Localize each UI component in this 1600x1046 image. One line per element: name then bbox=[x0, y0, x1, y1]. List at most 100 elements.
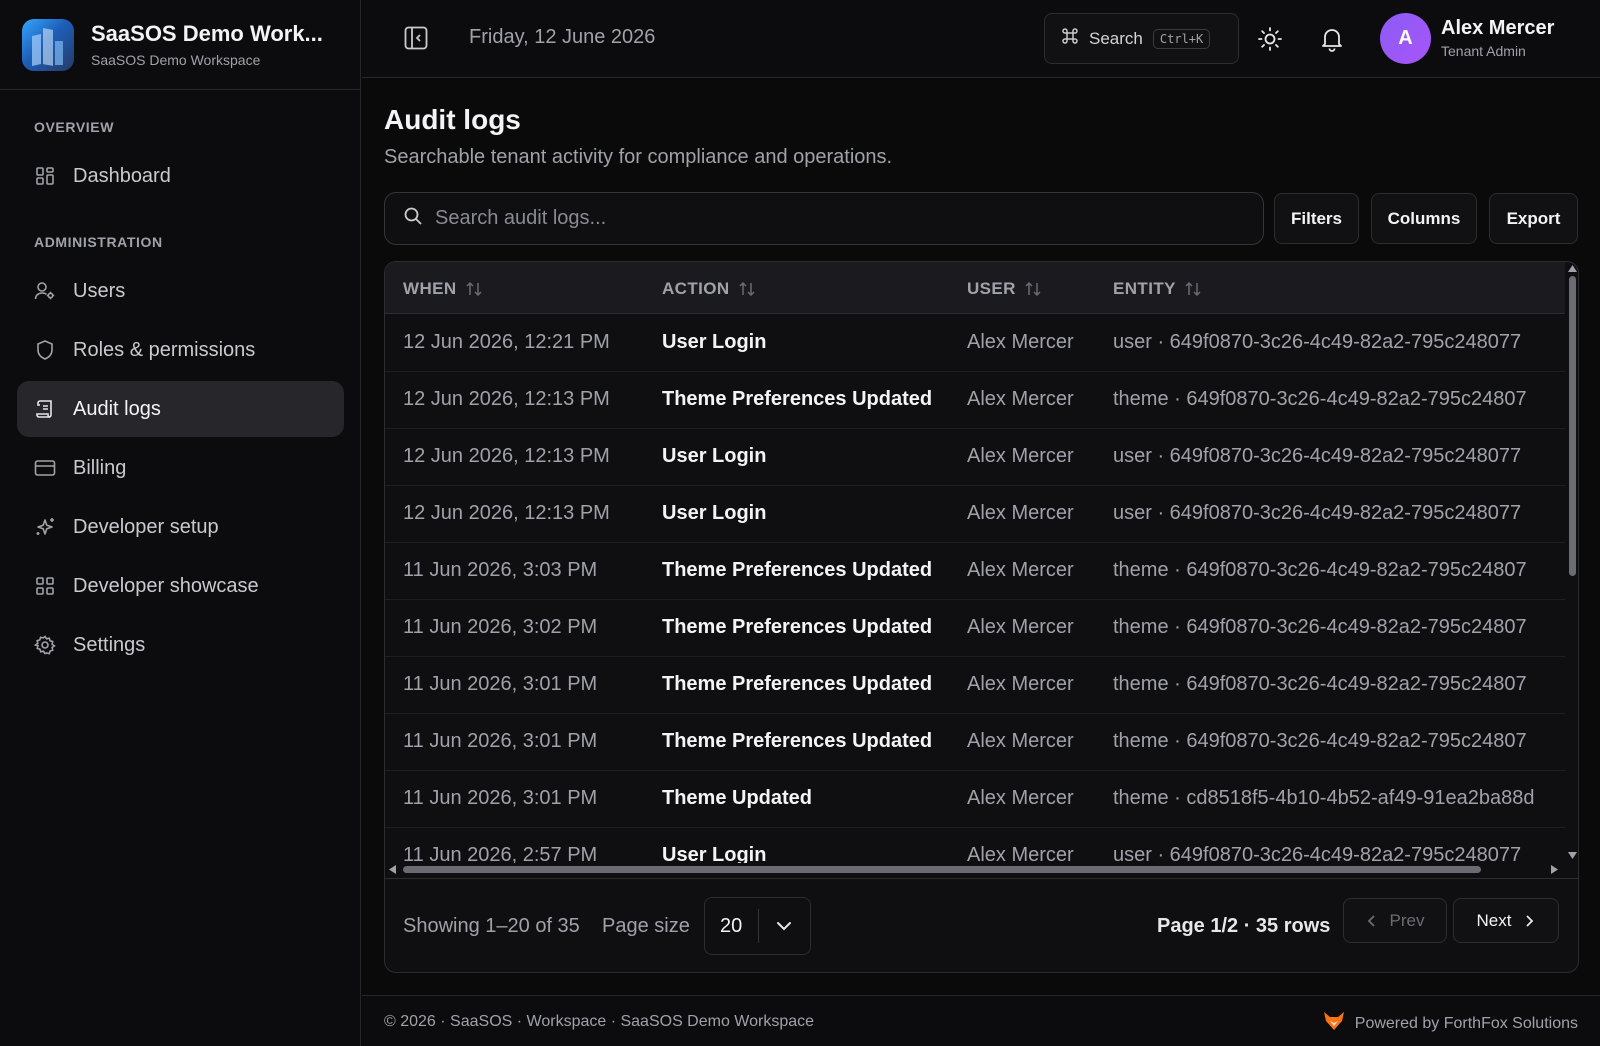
cell-action: Theme Preferences Updated bbox=[662, 388, 933, 410]
cell-user: Alex Mercer bbox=[967, 502, 1074, 524]
vertical-scroll-thumb[interactable] bbox=[1569, 276, 1576, 576]
sort-icon bbox=[739, 281, 755, 297]
panel-left-icon bbox=[404, 26, 428, 50]
sidebar-item-label: Settings bbox=[73, 633, 146, 656]
sort-icon bbox=[1185, 281, 1201, 297]
copyright-text: © 2026 · SaaSOS · Workspace · SaaSOS Dem… bbox=[384, 1013, 815, 1030]
cell-when: 11 Jun 2026, 2:57 PM bbox=[403, 844, 598, 863]
nav-section-overview: OVERVIEW bbox=[34, 119, 115, 135]
sidebar-toggle-button[interactable] bbox=[400, 22, 432, 54]
sidebar-item-billing[interactable]: Billing bbox=[17, 440, 344, 496]
cell-action: Theme Preferences Updated bbox=[662, 559, 933, 581]
cell-action: User Login bbox=[662, 844, 767, 863]
sidebar-item-users[interactable]: Users bbox=[17, 263, 344, 319]
table-row[interactable]: 11 Jun 2026, 3:02 PM Theme Preferences U… bbox=[385, 600, 1565, 657]
sparkles-icon bbox=[34, 516, 56, 538]
audit-log-table: WHEN ACTION USER ENTITY 12 Jun 2026, 12:… bbox=[384, 261, 1579, 973]
cell-user: Alex Mercer bbox=[967, 730, 1074, 752]
dashboard-icon bbox=[34, 165, 56, 187]
nav-section-administration: ADMINISTRATION bbox=[34, 234, 163, 250]
search-shortcut: Ctrl+K bbox=[1152, 28, 1211, 49]
column-header-entity[interactable]: ENTITY bbox=[1113, 279, 1202, 299]
credit-card-icon bbox=[34, 457, 56, 479]
table-row[interactable]: 11 Jun 2026, 3:01 PM Theme Preferences U… bbox=[385, 657, 1565, 714]
table-row[interactable]: 11 Jun 2026, 3:03 PM Theme Preferences U… bbox=[385, 543, 1565, 600]
cell-entity: theme · 649f0870-3c26-4c49-82a2-795c2480… bbox=[1113, 559, 1527, 581]
sidebar-item-developer-setup[interactable]: Developer setup bbox=[17, 499, 344, 555]
table-row[interactable]: 11 Jun 2026, 3:01 PM Theme Preferences U… bbox=[385, 714, 1565, 771]
cell-when: 12 Jun 2026, 12:13 PM bbox=[403, 445, 610, 467]
sidebar-item-label: Roles & permissions bbox=[73, 338, 256, 361]
cell-when: 11 Jun 2026, 3:03 PM bbox=[403, 559, 598, 581]
page-size-value: 20 bbox=[720, 914, 743, 937]
cell-when: 11 Jun 2026, 3:01 PM bbox=[403, 673, 598, 695]
sidebar-item-developer-showcase[interactable]: Developer showcase bbox=[17, 558, 344, 614]
sidebar-item-label: Developer showcase bbox=[73, 574, 259, 597]
notifications-button[interactable] bbox=[1317, 24, 1347, 54]
sidebar-item-label: Dashboard bbox=[73, 164, 171, 187]
gear-icon bbox=[34, 634, 56, 656]
filters-button[interactable]: Filters bbox=[1274, 193, 1359, 244]
theme-toggle-button[interactable] bbox=[1255, 24, 1285, 54]
search-icon bbox=[403, 206, 423, 231]
cell-when: 11 Jun 2026, 3:02 PM bbox=[403, 616, 598, 638]
cell-action: User Login bbox=[662, 445, 767, 467]
sidebar-item-roles[interactable]: Roles & permissions bbox=[17, 322, 344, 378]
avatar[interactable]: A bbox=[1380, 13, 1431, 64]
audit-search-field[interactable] bbox=[384, 192, 1264, 245]
sort-icon bbox=[466, 281, 482, 297]
cell-user: Alex Mercer bbox=[967, 331, 1074, 353]
command-search-button[interactable]: Search Ctrl+K bbox=[1044, 13, 1239, 64]
horizontal-scrollbar[interactable] bbox=[385, 862, 1565, 876]
bell-icon bbox=[1322, 29, 1342, 52]
scroll-up-icon bbox=[1568, 265, 1577, 272]
horizontal-scroll-thumb[interactable] bbox=[403, 866, 1481, 873]
table-row[interactable]: 11 Jun 2026, 2:57 PM User Login Alex Mer… bbox=[385, 828, 1565, 863]
table-body: 12 Jun 2026, 12:21 PM User Login Alex Me… bbox=[385, 315, 1565, 863]
sidebar-item-label: Users bbox=[73, 279, 126, 302]
workspace-brand[interactable]: SaaSOS Demo Work... SaaSOS Demo Workspac… bbox=[0, 0, 360, 90]
sidebar-item-dashboard[interactable]: Dashboard bbox=[17, 148, 344, 204]
powered-by-link[interactable]: Powered by ForthFox Solutions bbox=[1323, 1011, 1578, 1036]
cell-action: User Login bbox=[662, 331, 767, 353]
sidebar-item-audit-logs[interactable]: Audit logs bbox=[17, 381, 344, 437]
vertical-scrollbar[interactable] bbox=[1565, 262, 1578, 866]
pagination-bar: Showing 1–20 of 35 Page size 20 Page 1/2… bbox=[385, 878, 1578, 972]
sun-icon bbox=[1258, 27, 1282, 51]
page-size-select[interactable]: 20 bbox=[704, 897, 811, 955]
table-row[interactable]: 11 Jun 2026, 3:01 PM Theme Updated Alex … bbox=[385, 771, 1565, 828]
sidebar-item-label: Billing bbox=[73, 456, 127, 479]
column-header-action[interactable]: ACTION bbox=[662, 279, 756, 299]
next-page-button[interactable]: Next bbox=[1453, 898, 1559, 943]
grid-icon bbox=[34, 575, 56, 597]
cell-when: 11 Jun 2026, 3:01 PM bbox=[403, 787, 598, 809]
cell-action: Theme Preferences Updated bbox=[662, 730, 933, 752]
column-header-user[interactable]: USER bbox=[967, 279, 1042, 299]
cell-action: Theme Preferences Updated bbox=[662, 616, 933, 638]
fox-logo-icon bbox=[1323, 1011, 1345, 1036]
users-icon bbox=[34, 280, 56, 302]
current-date: Friday, 12 June 2026 bbox=[469, 26, 656, 48]
chevron-right-icon bbox=[1526, 914, 1534, 927]
columns-button[interactable]: Columns bbox=[1371, 193, 1477, 244]
table-row[interactable]: 12 Jun 2026, 12:13 PM Theme Preferences … bbox=[385, 372, 1565, 429]
table-row[interactable]: 12 Jun 2026, 12:13 PM User Login Alex Me… bbox=[385, 429, 1565, 486]
cell-user: Alex Mercer bbox=[967, 616, 1074, 638]
cell-entity: theme · cd8518f5-4b10-4b52-af49-91ea2ba8… bbox=[1113, 787, 1535, 809]
audit-log-icon bbox=[34, 398, 56, 420]
shield-icon bbox=[34, 339, 56, 361]
cell-entity: theme · 649f0870-3c26-4c49-82a2-795c2480… bbox=[1113, 730, 1527, 752]
cell-entity: user · 649f0870-3c26-4c49-82a2-795c24807… bbox=[1113, 445, 1522, 467]
table-row[interactable]: 12 Jun 2026, 12:21 PM User Login Alex Me… bbox=[385, 315, 1565, 372]
cell-action: Theme Updated bbox=[662, 787, 813, 809]
cell-action: Theme Preferences Updated bbox=[662, 673, 933, 695]
cell-user: Alex Mercer bbox=[967, 787, 1074, 809]
prev-page-button[interactable]: Prev bbox=[1343, 898, 1447, 943]
table-row[interactable]: 12 Jun 2026, 12:13 PM User Login Alex Me… bbox=[385, 486, 1565, 543]
page-info: Page 1/2 · 35 rows bbox=[1157, 915, 1331, 937]
cell-entity: theme · 649f0870-3c26-4c49-82a2-795c2480… bbox=[1113, 616, 1527, 638]
sidebar-item-settings[interactable]: Settings bbox=[17, 617, 344, 673]
export-button[interactable]: Export bbox=[1489, 193, 1578, 244]
search-input[interactable] bbox=[435, 207, 1235, 230]
column-header-when[interactable]: WHEN bbox=[403, 279, 483, 299]
